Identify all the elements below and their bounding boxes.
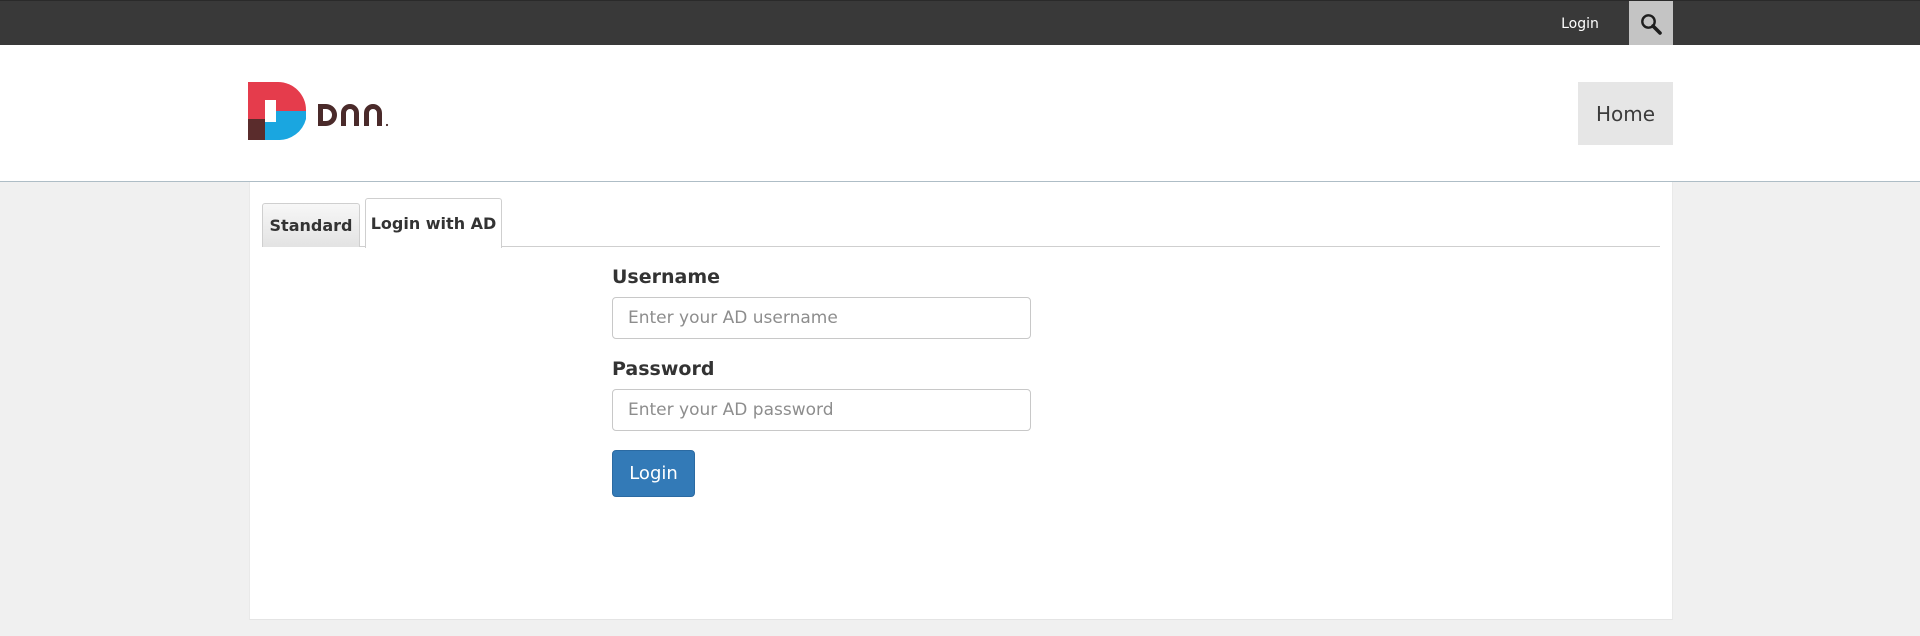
search-icon [1641, 13, 1662, 35]
tab-login-with-ad[interactable]: Login with AD [365, 198, 502, 248]
login-button[interactable]: Login [612, 450, 695, 497]
login-panel: Standard Login with AD Username Password… [249, 182, 1673, 620]
top-login-link[interactable]: Login [1544, 1, 1616, 46]
dnn-logo[interactable] [248, 82, 400, 140]
password-label: Password [612, 358, 715, 380]
username-label: Username [612, 266, 721, 288]
tab-standard[interactable]: Standard [262, 203, 360, 247]
search-button[interactable] [1629, 1, 1673, 46]
nav-home-button[interactable]: Home [1578, 82, 1673, 145]
password-input[interactable] [612, 389, 1031, 431]
site-header: Home [0, 45, 1920, 182]
username-input[interactable] [612, 297, 1031, 339]
top-bar: Login [0, 0, 1920, 46]
